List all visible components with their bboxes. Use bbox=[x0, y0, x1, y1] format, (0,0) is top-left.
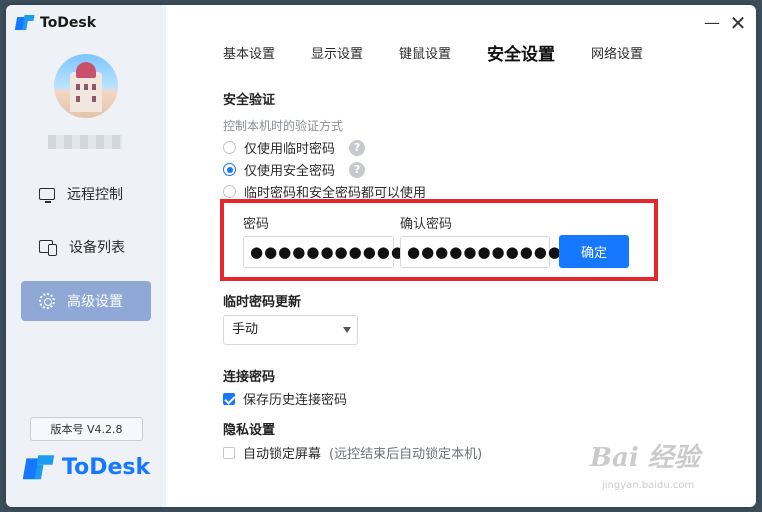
app-title: ToDesk bbox=[14, 15, 97, 31]
radio-button[interactable] bbox=[223, 141, 236, 154]
checkbox[interactable] bbox=[223, 392, 235, 405]
radio-secure-only[interactable]: 仅使用安全密码 ? bbox=[223, 160, 366, 179]
sidebar: ToDesk 远程控制 设备列表 高级设置 版本号 V4.2.8 ToDesk bbox=[6, 5, 166, 507]
radio-button[interactable] bbox=[223, 163, 236, 176]
baidu-watermark-url: jingyan.baidu.com bbox=[602, 480, 695, 491]
sidebar-item-label: 远程控制 bbox=[67, 187, 123, 203]
radio-label: 仅使用安全密码 bbox=[244, 164, 336, 179]
checkbox-label: 保存历史连接密码 bbox=[243, 393, 348, 408]
checkbox-hint: (远控结束后自动锁定本机) bbox=[329, 447, 483, 462]
sidebar-item-label: 高级设置 bbox=[67, 294, 123, 310]
confirm-button[interactable]: 确定 bbox=[559, 235, 629, 268]
sidebar-item-label: 设备列表 bbox=[69, 240, 125, 256]
security-subtitle: 控制本机时的验证方式 bbox=[223, 119, 344, 133]
gear-icon bbox=[39, 293, 55, 309]
monitor-icon bbox=[39, 188, 55, 203]
radio-label: 仅使用临时密码 bbox=[244, 142, 336, 157]
tab-basic[interactable]: 基本设置 bbox=[223, 45, 275, 65]
sidebar-item-remote-control[interactable]: 远程控制 bbox=[21, 174, 151, 214]
brand-text: ToDesk bbox=[62, 455, 151, 480]
tab-security[interactable]: 安全设置 bbox=[487, 45, 555, 65]
close-button[interactable]: ✕ bbox=[728, 13, 748, 33]
tab-network[interactable]: 网络设置 bbox=[591, 45, 643, 65]
password-label: 密码 bbox=[243, 217, 270, 232]
tab-display[interactable]: 显示设置 bbox=[311, 45, 363, 65]
baidu-watermark: Bai 经验 bbox=[590, 443, 700, 473]
privacy-title: 隐私设置 bbox=[223, 423, 276, 438]
security-section-title: 安全验证 bbox=[223, 93, 276, 108]
brand-logo: ToDesk bbox=[22, 454, 151, 481]
settings-tabs: 基本设置 显示设置 键鼠设置 安全设置 网络设置 bbox=[223, 45, 679, 65]
radio-temp-only[interactable]: 仅使用临时密码 ? bbox=[223, 138, 366, 157]
help-icon[interactable]: ? bbox=[349, 161, 366, 178]
radio-button[interactable] bbox=[223, 185, 236, 198]
select-value: 手动 bbox=[232, 322, 259, 337]
auto-lock-checkbox-row[interactable]: 自动锁定屏幕 (远控结束后自动锁定本机) bbox=[223, 443, 482, 462]
confirm-password-field[interactable]: ●●●●●●●●●●●●●● bbox=[400, 236, 603, 268]
username-blurred bbox=[48, 135, 122, 149]
tab-keyboard-mouse[interactable]: 键鼠设置 bbox=[399, 45, 451, 65]
password-field[interactable]: ●●●●●●●●●●●●●● bbox=[243, 236, 446, 268]
version-badge: 版本号 V4.2.8 bbox=[30, 417, 143, 441]
connection-password-title: 连接密码 bbox=[223, 370, 276, 385]
todesk-logo-icon bbox=[14, 15, 35, 31]
temp-password-title: 临时密码更新 bbox=[223, 295, 302, 310]
sidebar-item-advanced-settings[interactable]: 高级设置 bbox=[21, 281, 151, 321]
temp-password-update-select[interactable]: 手动 bbox=[223, 315, 358, 345]
devices-icon bbox=[39, 239, 57, 256]
todesk-logo-icon bbox=[22, 454, 55, 481]
help-icon[interactable]: ? bbox=[349, 139, 366, 156]
avatar[interactable] bbox=[54, 54, 118, 118]
minimize-button[interactable]: — bbox=[702, 13, 722, 33]
app-window: ToDesk 远程控制 设备列表 高级设置 版本号 V4.2.8 ToDesk … bbox=[6, 5, 756, 507]
checkbox[interactable] bbox=[223, 446, 235, 459]
chevron-down-icon bbox=[343, 327, 351, 333]
confirm-password-label: 确认密码 bbox=[400, 217, 453, 232]
save-history-checkbox-row[interactable]: 保存历史连接密码 bbox=[223, 389, 347, 408]
app-title-text: ToDesk bbox=[40, 15, 97, 31]
checkbox-label: 自动锁定屏幕 bbox=[243, 447, 322, 462]
sidebar-item-device-list[interactable]: 设备列表 bbox=[21, 227, 151, 267]
